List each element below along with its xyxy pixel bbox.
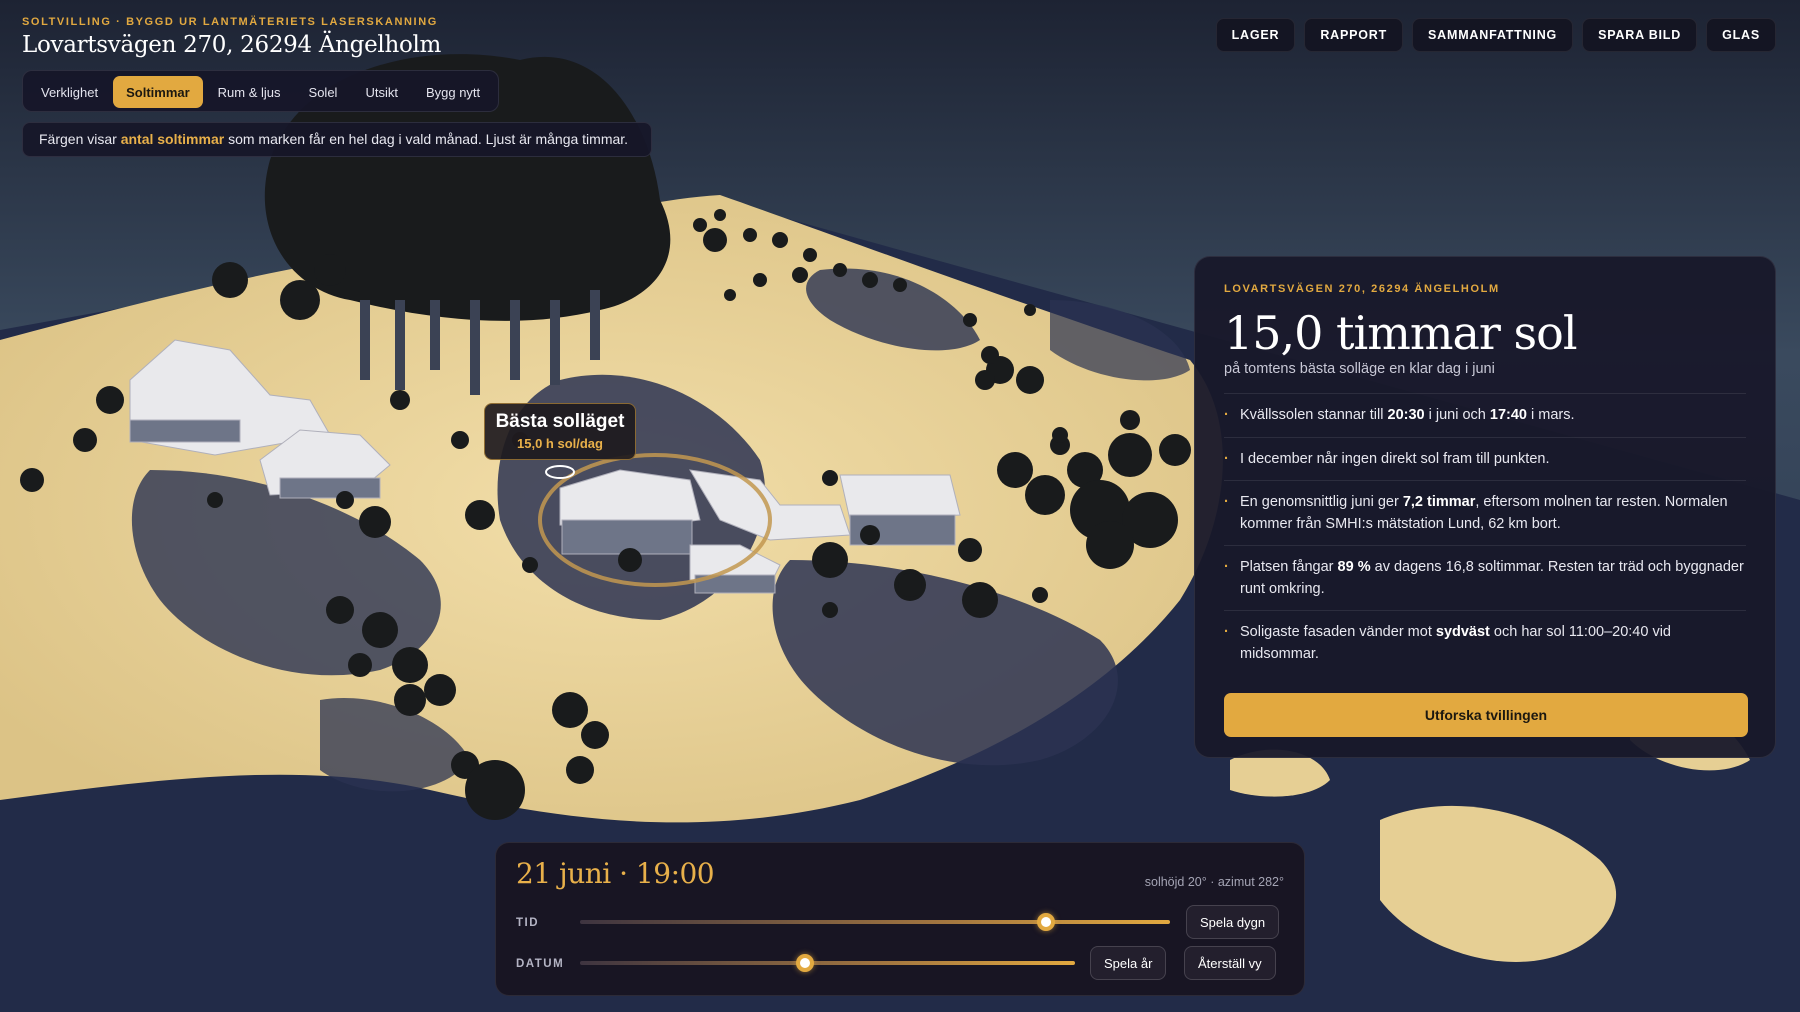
- date-slider[interactable]: [580, 961, 1075, 965]
- report-button[interactable]: RAPPORT: [1304, 18, 1404, 52]
- fact-fragment: Platsen fångar: [1240, 559, 1338, 575]
- bullet-icon: ·: [1224, 407, 1229, 423]
- page-title: Lovartsvägen 270, 26294 Ängelholm: [22, 32, 442, 58]
- bullet-icon: ·: [1224, 494, 1229, 510]
- sun-position: solhöjd 20° · azimut 282°: [1144, 875, 1284, 889]
- fact-highlight: sydväst: [1435, 624, 1490, 640]
- fact-fragment: I december når ingen direkt sol fram til…: [1240, 450, 1550, 467]
- tab-bygg-nytt[interactable]: Bygg nytt: [413, 76, 493, 108]
- app-eyebrow: SOLTVILLING · BYGGD UR LANTMÄTERIETS LAS…: [22, 16, 438, 28]
- time-slider[interactable]: [580, 920, 1170, 924]
- fact-item: · Platsen fångar 89 % av dagens 16,8 solt…: [1224, 546, 1746, 611]
- bullet-icon: ·: [1224, 559, 1229, 575]
- fact-fragment: i juni och: [1424, 407, 1490, 423]
- fact-item: · I december når ingen direkt sol fram ti…: [1224, 438, 1746, 481]
- date-slider-label: DATUM: [516, 958, 565, 970]
- fact-text: Platsen fångar 89 % av dagens 16,8 solti…: [1240, 557, 1746, 600]
- save-image-button[interactable]: SPARA BILD: [1582, 18, 1698, 52]
- fact-highlight: 7,2 timmar: [1402, 494, 1476, 510]
- fact-text: Kvällssolen stannar till 20:30 i juni oc…: [1240, 405, 1575, 427]
- fact-highlight: 89 %: [1337, 559, 1371, 575]
- glass-button[interactable]: GLAS: [1706, 18, 1776, 52]
- tab-soltimmar[interactable]: Soltimmar: [113, 76, 203, 108]
- panel-headline: 15,0 timmar sol: [1224, 306, 1578, 360]
- fact-fragment: Kvällssolen stannar till: [1240, 407, 1388, 423]
- mode-tabs: Verklighet Soltimmar Rum & ljus Solel Ut…: [22, 70, 500, 112]
- fact-fragment: En genomsnittlig juni ger: [1240, 494, 1403, 510]
- fact-highlight: 20:30: [1387, 407, 1425, 423]
- bullet-icon: ·: [1224, 624, 1229, 640]
- time-slider-handle[interactable]: [1037, 913, 1056, 931]
- fact-list: · Kvällssolen stannar till 20:30 i juni o…: [1224, 393, 1746, 675]
- fact-fragment: i mars.: [1526, 407, 1575, 423]
- panel-subtitle: på tomtens bästa solläge en klar dag i j…: [1224, 361, 1495, 377]
- fact-text: En genomsnittlig juni ger 7,2 timmar, ef…: [1240, 492, 1746, 535]
- play-year-button[interactable]: Spela år: [1090, 946, 1167, 980]
- time-control: 21 juni · 19:00 solhöjd 20° · azimut 282…: [495, 842, 1305, 996]
- best-spot-label[interactable]: Bästa solläget 15,0 h sol/dag: [484, 403, 636, 460]
- fact-item: · Kvällssolen stannar till 20:30 i juni o…: [1224, 394, 1746, 438]
- summary-button[interactable]: SAMMANFATTNING: [1412, 18, 1574, 52]
- tab-utsikt[interactable]: Utsikt: [352, 76, 411, 108]
- fact-item: · Soligaste fasaden vänder mot sydväst oc…: [1224, 611, 1746, 675]
- hint-text-pre: Färgen visar: [39, 131, 121, 147]
- fact-text: I december når ingen direkt sol fram til…: [1240, 449, 1549, 471]
- tab-verklighet[interactable]: Verklighet: [28, 76, 111, 108]
- current-datetime: 21 juni · 19:00: [516, 857, 715, 890]
- best-spot-title: Bästa solläget: [495, 411, 625, 432]
- time-slider-label: TID: [516, 917, 540, 929]
- top-actions: LAGER RAPPORT SAMMANFATTNING SPARA BILD …: [1215, 18, 1776, 52]
- best-spot-value: 15,0 h sol/dag: [517, 436, 603, 451]
- legend-hint: Färgen visar antal soltimmar som marken …: [22, 122, 652, 157]
- explore-twin-button[interactable]: Utforska tvillingen: [1224, 693, 1748, 737]
- fact-text: Soligaste fasaden vänder mot sydväst och…: [1240, 622, 1746, 665]
- date-slider-handle[interactable]: [796, 954, 815, 972]
- fact-highlight: 17:40: [1489, 407, 1527, 423]
- fact-item: · En genomsnittlig juni ger 7,2 timmar, e…: [1224, 481, 1746, 546]
- hint-text-post: som marken får en hel dag i vald månad. …: [224, 131, 629, 147]
- layers-button[interactable]: LAGER: [1215, 18, 1296, 52]
- hint-accent: antal soltimmar: [120, 131, 225, 147]
- tab-solel[interactable]: Solel: [296, 76, 351, 108]
- fact-fragment: Soligaste fasaden vänder mot: [1240, 624, 1436, 640]
- play-day-button[interactable]: Spela dygn: [1186, 905, 1280, 939]
- tab-rum-ljus[interactable]: Rum & ljus: [205, 76, 294, 108]
- summary-panel: LOVARTSVÄGEN 270, 26294 ÄNGELHOLM 15,0 t…: [1194, 256, 1776, 758]
- bullet-icon: ·: [1224, 450, 1229, 467]
- panel-address: LOVARTSVÄGEN 270, 26294 ÄNGELHOLM: [1224, 283, 1500, 295]
- reset-view-button[interactable]: Återställ vy: [1184, 946, 1276, 980]
